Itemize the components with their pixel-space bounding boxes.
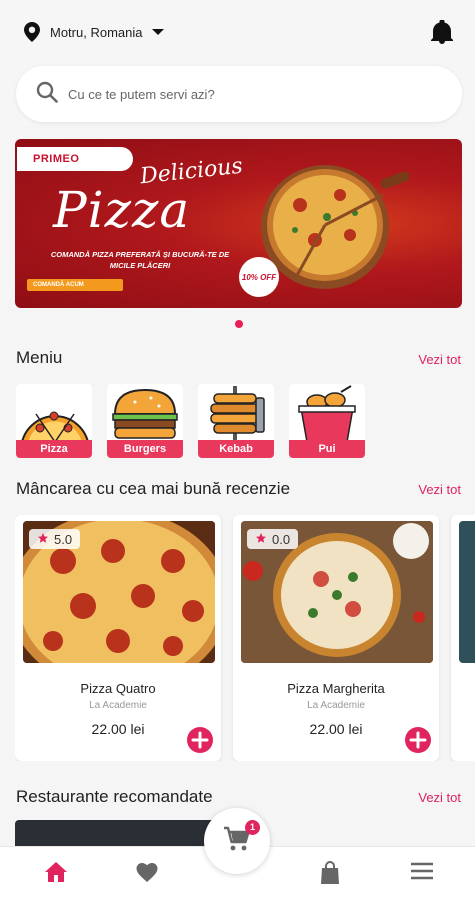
rating-badge: 0.0	[247, 529, 299, 549]
pizza-icon	[20, 411, 90, 443]
rating-value: 0.0	[272, 531, 291, 547]
restaurant-name: La Academie	[89, 700, 147, 711]
food-name: Pizza Margherita	[287, 681, 385, 696]
food-card[interactable]: 0.0 Pizza Margherita La Academie 22.00 l…	[233, 515, 439, 761]
search-input[interactable]	[68, 86, 428, 102]
plus-icon	[191, 731, 209, 749]
home-icon[interactable]	[44, 861, 68, 888]
brand-logo: PRIMEO	[17, 147, 133, 171]
plus-icon	[409, 731, 427, 749]
restaurant-name: La Academie	[307, 700, 365, 711]
category-pizza[interactable]: Pizza	[16, 384, 92, 458]
food-card-partial[interactable]	[451, 515, 475, 761]
rating-value: 5.0	[54, 531, 73, 547]
category-label: Kebab	[198, 440, 274, 458]
search-icon	[36, 81, 58, 108]
search-bar[interactable]	[16, 66, 462, 122]
chicken-bucket-icon	[298, 385, 356, 443]
bell-icon[interactable]	[431, 19, 453, 49]
menu-see-all-link[interactable]: Vezi tot	[418, 352, 461, 367]
top-rated-title: Mâncarea cu cea mai bună recenzie	[16, 479, 291, 498]
category-label: Burgers	[107, 440, 183, 458]
caret-down-icon	[152, 28, 165, 36]
pizza-image	[261, 165, 410, 289]
banner-tagline: COMANDĂ PIZZA PREFERATĂ ȘI BUCURĂ-TE DE …	[50, 250, 230, 270]
location-selector[interactable]: Motru, Romania	[24, 22, 165, 42]
restaurants-title: Restaurante recomandate	[16, 787, 213, 806]
cart-button[interactable]: 1	[204, 808, 270, 874]
bag-icon[interactable]	[319, 861, 341, 890]
banner-order-button[interactable]: COMANDĂ ACUM	[27, 279, 123, 291]
discount-badge: 10% OFF	[239, 257, 279, 297]
food-image	[459, 521, 475, 663]
map-pin-icon	[24, 22, 40, 42]
menu-title: Meniu	[16, 348, 63, 367]
location-label: Motru, Romania	[50, 24, 143, 40]
food-name: Pizza Quatro	[80, 681, 156, 696]
banner-headline: Pizza	[53, 181, 191, 239]
add-to-cart-button[interactable]	[405, 727, 431, 753]
star-icon	[37, 532, 49, 547]
burger-icon	[112, 388, 178, 439]
food-card-list: 5.0 Pizza Quatro La Academie 22.00 lei 0…	[15, 515, 475, 761]
category-pui[interactable]: Pui	[289, 384, 365, 458]
promo-banner[interactable]: PRIMEO Delicious Pizza COMANDĂ PIZZA PRE…	[15, 139, 462, 308]
category-burgers[interactable]: Burgers	[107, 384, 183, 458]
category-label: Pui	[289, 440, 365, 458]
heart-icon[interactable]	[135, 861, 159, 888]
add-to-cart-button[interactable]	[187, 727, 213, 753]
top-rated-see-all-link[interactable]: Vezi tot	[418, 482, 461, 497]
category-list: Pizza Burgers Kebab Pui	[16, 384, 365, 458]
rating-badge: 5.0	[29, 529, 81, 549]
category-kebab[interactable]: Kebab	[198, 384, 274, 458]
kebab-icon	[210, 386, 265, 442]
restaurants-see-all-link[interactable]: Vezi tot	[418, 790, 461, 805]
star-icon	[255, 532, 267, 547]
cart-count-badge: 1	[245, 820, 260, 835]
category-label: Pizza	[16, 440, 92, 458]
menu-icon[interactable]	[410, 861, 434, 886]
food-card[interactable]: 5.0 Pizza Quatro La Academie 22.00 lei	[15, 515, 221, 761]
carousel-indicator[interactable]	[235, 320, 243, 328]
